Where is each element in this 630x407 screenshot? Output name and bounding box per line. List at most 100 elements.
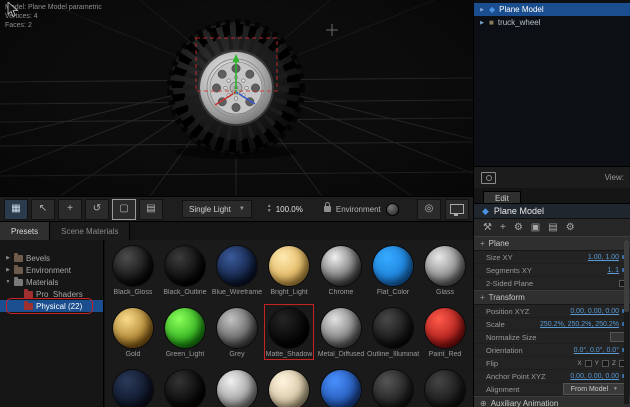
prop-value[interactable]: 250.2%, 250.2%, 250.2% — [540, 321, 619, 328]
tree-item[interactable]: ▶ Bevels — [0, 252, 103, 264]
zoom-control[interactable]: ▲ ▼ 100.0% — [267, 204, 303, 214]
tree-item[interactable]: Physical (22) — [0, 298, 103, 314]
prop-value[interactable]: 0.00, 0.00, 0.00 — [570, 373, 619, 380]
edit-tabrow: Edit — [474, 188, 630, 204]
layers-icon[interactable]: ▤ — [548, 223, 557, 233]
material-item[interactable] — [263, 366, 315, 407]
expand-arrow-icon[interactable]: ▶ — [5, 255, 11, 261]
material-item[interactable]: Blue_Wireframe — [211, 242, 263, 304]
prop-value[interactable]: 0.00, 0.00, 0.00 — [570, 308, 619, 315]
material-item[interactable]: Black_Outline — [159, 242, 211, 304]
scrollbar-thumb[interactable] — [624, 240, 629, 312]
prop-label: 2-Sided Plane — [486, 278, 534, 288]
flip-y-checkbox[interactable] — [602, 359, 610, 367]
move-icon[interactable]: + — [500, 223, 506, 233]
material-item[interactable]: Chrome — [315, 242, 367, 304]
settings-icon[interactable]: ⚙ — [566, 223, 575, 233]
material-item[interactable] — [107, 366, 159, 407]
zoom-stepper[interactable]: ▲ ▼ — [267, 204, 272, 214]
preview-mode-button[interactable]: ▦ — [4, 198, 28, 220]
material-item[interactable] — [367, 366, 419, 407]
material-name: Black_Outline — [163, 289, 207, 296]
section-plane[interactable]: + Plane — [474, 236, 630, 251]
prop-label: Flip — [486, 358, 499, 368]
material-item[interactable]: Black_Gloss — [107, 242, 159, 304]
fullscreen-button[interactable] — [445, 198, 469, 220]
scene-item-label: Plane Model — [499, 5, 544, 14]
origin-marker — [326, 24, 338, 36]
material-item[interactable]: Flat_Color — [367, 242, 419, 304]
material-item[interactable] — [419, 366, 471, 407]
view-selector[interactable]: View: — [605, 173, 624, 182]
presets-tab[interactable]: Presets — [0, 222, 51, 240]
expand-arrow-icon[interactable]: ▶ — [479, 7, 485, 13]
move-tool-button[interactable]: + — [58, 198, 82, 220]
prop-label: Normalize Size — [486, 332, 537, 342]
grid-icon[interactable]: ▣ — [531, 223, 540, 233]
properties-scrollbar[interactable] — [624, 240, 629, 404]
scene-item[interactable]: ▶ ◆ Plane Model — [474, 3, 630, 16]
material-item[interactable]: Green_Light — [159, 304, 211, 366]
box-icon: ▢ — [119, 203, 129, 214]
material-name: Black_Gloss — [113, 289, 153, 296]
presets-tab[interactable]: Scene Materials — [50, 222, 131, 240]
viewport-3d[interactable]: Model: Plane Model parametric Vertices: … — [0, 0, 473, 196]
material-sphere — [217, 370, 257, 407]
prop-value[interactable]: 0.0°, 0.0°, 0.0° — [574, 347, 619, 354]
presets-tree: ▶ Bevels ▶ Environment ▼ Materials Pro_S… — [0, 240, 104, 407]
material-item[interactable]: Glass — [419, 242, 471, 304]
expand-arrow-icon[interactable]: ▼ — [5, 279, 11, 285]
material-item[interactable] — [315, 366, 367, 407]
scene-item[interactable]: ▶ ■ truck_wheel — [474, 16, 630, 29]
tree-item[interactable]: ▼ Materials — [0, 276, 103, 288]
material-sphere — [269, 246, 309, 286]
alignment-dropdown[interactable]: From Model ▼ — [562, 383, 626, 395]
material-item[interactable]: Grey — [211, 304, 263, 366]
rotate-tool-button[interactable]: ↺ — [85, 198, 109, 220]
material-sphere — [113, 246, 153, 286]
material-name: Grey — [229, 351, 245, 358]
folder-icon — [14, 264, 23, 274]
material-item[interactable] — [159, 366, 211, 407]
faces-info-line: Faces: 2 — [5, 22, 32, 29]
section-transform[interactable]: + Transform — [474, 290, 630, 305]
layers-icon: ▤ — [146, 203, 156, 214]
scale-tool-button[interactable]: ▢ — [112, 198, 136, 220]
prop-value[interactable]: 1, 1 — [607, 267, 619, 274]
light-mode-dropdown[interactable]: Single Light ▼ — [182, 200, 252, 218]
material-sphere — [217, 308, 257, 348]
grid-icon: ▦ — [11, 203, 21, 214]
prop-position: Position XYZ 0.00, 0.00, 0.00 — [474, 305, 630, 318]
layers-view-button[interactable]: ▤ — [139, 198, 163, 220]
model-info-line: Model: Plane Model parametric — [5, 4, 102, 11]
material-item[interactable]: Paint_Red — [419, 304, 471, 366]
expand-arrow-icon[interactable]: ▶ — [5, 267, 11, 273]
expand-arrow-icon[interactable]: ▶ — [479, 20, 485, 26]
tools-icon[interactable]: ⚒ — [483, 223, 492, 233]
material-item[interactable]: Matte_Shadow — [263, 304, 315, 366]
prop-value[interactable]: 1.00, 1.00 — [588, 254, 619, 261]
material-sphere — [113, 308, 153, 348]
material-sphere — [321, 308, 361, 348]
material-item[interactable]: Metal_Diffused — [315, 304, 367, 366]
environment-control[interactable]: Environment — [323, 202, 399, 216]
environment-sphere-icon — [385, 202, 399, 216]
tree-item[interactable]: Pro_Shaders — [0, 288, 103, 300]
light-mode-value: Single Light — [189, 204, 231, 214]
material-item[interactable]: Outline_Illuminatio — [367, 304, 419, 366]
flip-x-checkbox[interactable] — [584, 359, 592, 367]
material-item[interactable]: Bright_Light — [263, 242, 315, 304]
section-aux-animation[interactable]: ⊕ Auxiliary Animation — [474, 396, 630, 407]
folder-icon — [24, 300, 33, 310]
tree-item-label: Pro_Shaders — [36, 289, 83, 299]
gear-icon[interactable]: ⚙ — [514, 223, 523, 233]
material-name: Bright_Light — [270, 289, 308, 296]
select-tool-button[interactable]: ↖ — [31, 198, 55, 220]
scene-hierarchy: ▶ ◆ Plane Model ▶ ■ truck_wheel — [474, 0, 630, 166]
material-item[interactable] — [211, 366, 263, 407]
material-sphere — [217, 246, 257, 286]
sphere-preview-button[interactable]: ◎ — [417, 198, 441, 220]
material-item[interactable]: Gold — [107, 304, 159, 366]
camera-icon[interactable] — [481, 171, 496, 184]
tree-item[interactable]: ▶ Environment — [0, 264, 103, 276]
